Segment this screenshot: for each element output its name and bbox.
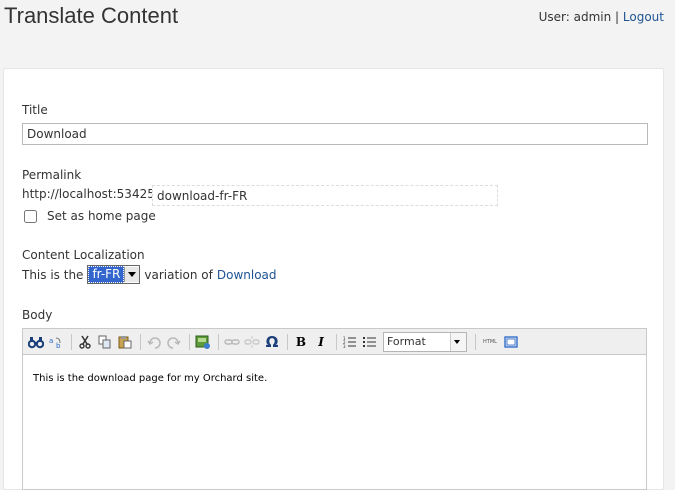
toolbar-separator <box>140 333 141 350</box>
editor-toolbar: ab Ω B I 1 2 3 Format HTML <box>23 329 646 355</box>
numbered-list-icon[interactable]: 123 <box>341 333 359 351</box>
header: Translate Content User: admin | Logout <box>0 0 675 60</box>
unlink-icon[interactable] <box>243 333 261 351</box>
body-label: Body <box>22 308 53 322</box>
italic-icon[interactable]: I <box>312 333 330 351</box>
svg-text:b: b <box>56 342 61 349</box>
insert-image-icon[interactable] <box>194 333 212 351</box>
permalink-label: Permalink <box>22 168 82 182</box>
culture-select[interactable]: fr-FR <box>87 265 141 284</box>
toolbar-separator <box>189 333 190 350</box>
permalink-input[interactable] <box>152 185 498 206</box>
homepage-checkbox[interactable] <box>24 209 37 223</box>
fullscreen-icon[interactable] <box>502 333 520 351</box>
user-separator: | <box>611 10 623 24</box>
chevron-down-icon[interactable] <box>124 267 140 282</box>
user-label: User: admin <box>538 10 612 24</box>
chevron-down-icon[interactable] <box>450 332 466 351</box>
homepage-row[interactable]: Set as home page <box>24 209 156 223</box>
editor-content[interactable]: This is the download page for my Orchard… <box>23 355 646 384</box>
toolbar-separator <box>287 333 288 350</box>
logout-link[interactable]: Logout <box>623 10 664 24</box>
toolbar-separator <box>475 333 476 350</box>
find-icon[interactable] <box>27 333 45 351</box>
rich-text-editor: ab Ω B I 1 2 3 Format HTML This is the d… <box>22 328 647 490</box>
culture-value: fr-FR <box>88 266 125 283</box>
paste-icon[interactable] <box>116 333 134 351</box>
special-character-icon[interactable]: Ω <box>263 333 281 351</box>
variation-middle: variation of <box>144 267 213 282</box>
variation-prefix: This is the <box>22 267 84 282</box>
bullet-list-icon[interactable] <box>361 333 379 351</box>
replace-icon[interactable]: ab <box>47 333 65 351</box>
user-bar: User: admin | Logout <box>539 10 664 24</box>
format-select[interactable]: Format <box>383 331 467 352</box>
variation-row: This is the fr-FR variation of Download <box>22 265 277 284</box>
html-source-icon[interactable]: HTML <box>480 333 500 351</box>
page-title: Translate Content <box>4 3 179 28</box>
content-panel: Title Permalink http://localhost:53425/ … <box>3 68 664 490</box>
title-input[interactable] <box>22 123 648 145</box>
svg-text:3: 3 <box>343 344 346 349</box>
original-content-link[interactable]: Download <box>217 268 277 282</box>
svg-text:a: a <box>49 337 53 345</box>
bold-icon[interactable]: B <box>292 333 310 351</box>
homepage-label: Set as home page <box>47 209 156 223</box>
title-label: Title <box>22 103 48 117</box>
cut-icon[interactable] <box>76 333 94 351</box>
toolbar-separator <box>218 333 219 350</box>
permalink-prefix: http://localhost:53425/ <box>22 187 159 201</box>
toolbar-separator <box>336 333 337 350</box>
copy-icon[interactable] <box>96 333 114 351</box>
toolbar-separator <box>71 333 72 350</box>
link-icon[interactable] <box>223 333 241 351</box>
redo-icon[interactable] <box>165 333 183 351</box>
undo-icon[interactable] <box>145 333 163 351</box>
localization-label: Content Localization <box>22 248 145 262</box>
format-select-label: Format <box>387 335 426 348</box>
